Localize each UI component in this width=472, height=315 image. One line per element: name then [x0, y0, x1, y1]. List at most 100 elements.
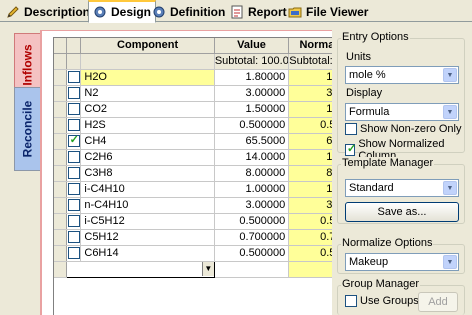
tab-file-viewer[interactable]: File Viewer	[284, 2, 372, 22]
tab-report-label: Report	[248, 5, 287, 19]
row-checkbox[interactable]	[67, 87, 80, 100]
row-checkbox[interactable]	[67, 199, 80, 212]
component-cell[interactable]: C3H8	[80, 165, 215, 182]
value-cell[interactable]: 3.00000	[214, 85, 290, 102]
row-checkbox[interactable]	[67, 103, 80, 116]
table-row[interactable]: C5H120.7000000.700000	[54, 229, 370, 246]
value-cell[interactable]: 14.0000	[214, 149, 290, 166]
row-header[interactable]	[54, 245, 67, 262]
tab-report[interactable]: Report	[226, 2, 291, 22]
row-checkbox[interactable]	[67, 215, 80, 228]
value-cell[interactable]: 3.00000	[214, 197, 290, 214]
row-checkbox[interactable]	[67, 119, 80, 132]
tab-design[interactable]: Design	[88, 0, 157, 23]
value-cell[interactable]	[214, 261, 290, 278]
table-row[interactable]: i-C5H120.5000000.500000	[54, 213, 370, 230]
row-checkbox[interactable]	[67, 231, 80, 244]
row-select-cell[interactable]	[66, 245, 82, 262]
units-select[interactable]: mole % ▼	[345, 66, 459, 84]
row-header[interactable]	[54, 229, 67, 246]
table-row[interactable]: CO21.500001.50000	[54, 101, 370, 118]
row-header[interactable]	[54, 149, 67, 166]
table-row[interactable]: C6H140.5000000.500000	[54, 245, 370, 262]
new-entry-row[interactable]: ▼	[54, 260, 370, 278]
table-row[interactable]: N23.000003.00000	[54, 85, 370, 102]
value-cell[interactable]: 1.00000	[214, 181, 290, 198]
component-cell[interactable]: C6H14	[80, 245, 215, 262]
row-select-cell[interactable]	[66, 229, 82, 246]
component-cell[interactable]: H2O	[80, 69, 215, 86]
row-checkbox[interactable]	[67, 183, 80, 196]
add-group-button[interactable]: Add	[418, 292, 458, 312]
component-cell[interactable]: C5H12	[80, 229, 215, 246]
component-cell[interactable]: C2H6	[80, 149, 215, 166]
value-cell[interactable]: 1.80000	[214, 69, 290, 86]
tab-definition[interactable]: Definition	[148, 2, 229, 22]
component-grid[interactable]: Component Value Normalized Subtotal: 100…	[53, 37, 371, 315]
row-select-cell[interactable]	[66, 85, 82, 102]
use-groups-checkbox[interactable]: Use Groups	[345, 295, 419, 307]
row-select-cell[interactable]	[66, 213, 82, 230]
row-checkbox[interactable]	[67, 151, 80, 164]
grid-corner	[54, 38, 67, 54]
row-select-cell[interactable]	[66, 165, 82, 182]
row-checkbox[interactable]	[67, 71, 80, 84]
new-component-dropdown[interactable]: ▼	[65, 260, 215, 278]
row-header[interactable]	[54, 165, 67, 182]
row-select-cell[interactable]	[66, 133, 82, 150]
table-row[interactable]: H2S0.5000000.500000	[54, 117, 370, 134]
row-header[interactable]	[54, 69, 67, 86]
table-row[interactable]: C2H614.000014.0000	[54, 149, 370, 166]
table-row[interactable]: i-C4H101.000001.00000	[54, 181, 370, 198]
save-as-button[interactable]: Save as...	[345, 202, 459, 222]
row-header[interactable]	[54, 133, 67, 150]
component-cell[interactable]: i-C5H12	[80, 213, 215, 230]
table-row[interactable]: C3H88.000008.00000	[54, 165, 370, 182]
row-select-cell[interactable]	[66, 197, 82, 214]
value-cell[interactable]: 0.500000	[214, 117, 290, 134]
display-label: Display	[346, 87, 383, 99]
value-cell[interactable]: 1.50000	[214, 101, 290, 118]
row-checkbox[interactable]	[67, 247, 80, 260]
row-checkbox[interactable]	[67, 133, 80, 148]
table-row[interactable]: CH465.500065.5000	[54, 133, 370, 150]
value-cell[interactable]: 65.5000	[214, 133, 290, 150]
report-icon	[230, 5, 244, 19]
show-nonzero-checkbox[interactable]: Show Non-zero Only	[345, 123, 462, 135]
design-window: Description Design Definition Report Fil…	[0, 0, 472, 315]
row-select-cell[interactable]	[66, 117, 82, 134]
value-cell[interactable]: 0.500000	[214, 245, 290, 262]
row-header[interactable]	[54, 181, 67, 198]
row-header[interactable]	[54, 85, 67, 102]
row-select-cell[interactable]	[66, 69, 82, 86]
row-select-cell[interactable]	[66, 181, 82, 198]
row-select-cell[interactable]	[66, 149, 82, 166]
value-cell[interactable]: 0.500000	[214, 213, 290, 230]
normalize-select[interactable]: Makeup ▼	[345, 253, 459, 271]
row-header[interactable]	[54, 117, 67, 134]
component-cell[interactable]: i-C4H10	[80, 181, 215, 198]
table-row[interactable]: H2O1.800001.80000	[54, 69, 370, 86]
component-cell[interactable]: n-C4H10	[80, 197, 215, 214]
value-cell[interactable]: 8.00000	[214, 165, 290, 182]
component-cell[interactable]: H2S	[80, 117, 215, 134]
component-cell[interactable]: CH4	[80, 133, 215, 150]
component-cell[interactable]: CO2	[80, 101, 215, 118]
side-tab-reconcile[interactable]: Reconcile	[14, 87, 40, 171]
row-header[interactable]	[54, 197, 67, 214]
value-cell[interactable]: 0.700000	[214, 229, 290, 246]
component-cell[interactable]: N2	[80, 85, 215, 102]
row-checkbox[interactable]	[67, 167, 80, 180]
units-label: Units	[346, 51, 372, 63]
component-column-header[interactable]: Component	[80, 38, 215, 54]
row-header[interactable]	[54, 101, 67, 118]
row-header[interactable]	[54, 213, 67, 230]
use-groups-label: Use Groups	[360, 295, 419, 307]
template-select[interactable]: Standard ▼	[345, 179, 459, 197]
display-select[interactable]: Formula ▼	[345, 103, 459, 121]
table-row[interactable]: n-C4H103.000003.00000	[54, 197, 370, 214]
row-select-cell[interactable]	[66, 101, 82, 118]
display-select-value: Formula	[349, 106, 390, 118]
tab-description[interactable]: Description	[2, 2, 94, 22]
value-column-header[interactable]: Value	[214, 38, 290, 54]
